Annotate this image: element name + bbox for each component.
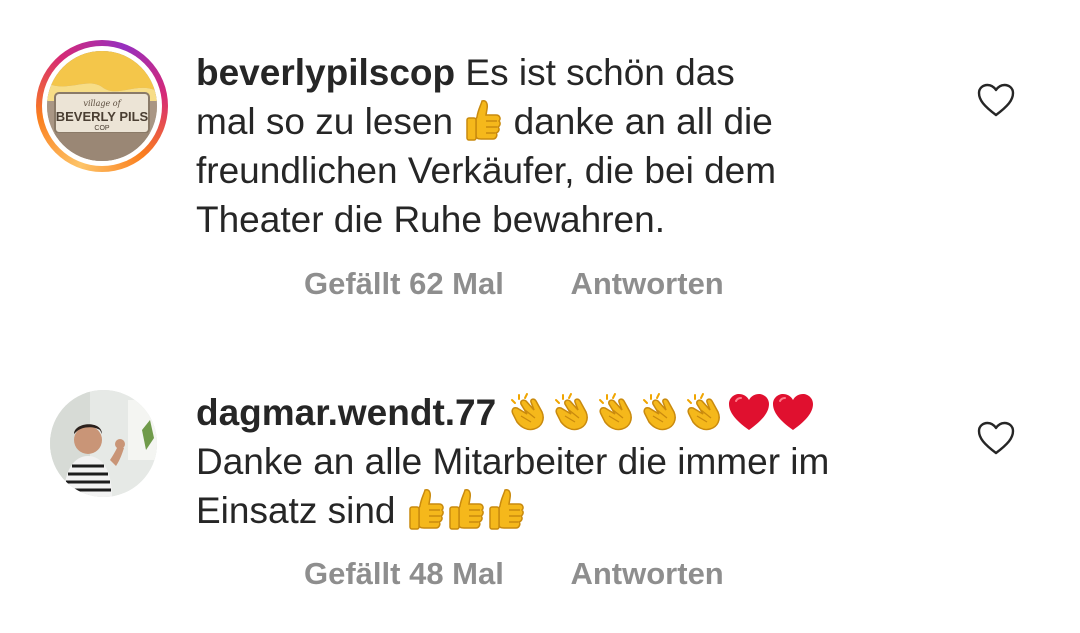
clapping-hands-icon bbox=[551, 392, 595, 432]
comment-username[interactable]: beverlypilscop bbox=[196, 52, 455, 93]
comment-text: danke an all die bbox=[513, 101, 773, 142]
svg-text:COP: COP bbox=[94, 125, 110, 132]
comment-username[interactable]: dagmar.wendt.77 bbox=[196, 392, 496, 433]
thumbs-up-icon bbox=[406, 488, 446, 532]
comment-text: freundlichen Verkäufer, die bei dem bbox=[196, 150, 777, 192]
comment: dagmar.wendt.77 Danke an alle Mitarbeite… bbox=[0, 360, 1080, 633]
avatar-ring-gap: village of BEVERLY PILS COP bbox=[42, 46, 162, 166]
avatar-story-ring[interactable]: village of BEVERLY PILS COP bbox=[36, 40, 168, 172]
thumbs-up-icon bbox=[486, 488, 526, 532]
thumbs-up-icon bbox=[446, 488, 486, 532]
red-heart-icon bbox=[771, 392, 815, 432]
comment-meta: Gefällt 48 Mal Antworten bbox=[304, 556, 724, 592]
avatar[interactable]: village of BEVERLY PILS COP bbox=[47, 51, 157, 161]
profile-photo bbox=[50, 390, 157, 497]
red-heart-icon bbox=[727, 392, 771, 432]
svg-text:village of: village of bbox=[83, 99, 122, 108]
comment-text: Danke an alle Mitarbeiter die immer im bbox=[196, 441, 830, 482]
comment-body: beverlypilscop Es ist schön das mal so z… bbox=[196, 48, 896, 244]
clapping-hands-icon bbox=[595, 392, 639, 432]
comment-body: dagmar.wendt.77 Danke an alle Mitarbeite… bbox=[196, 388, 896, 535]
reply-button[interactable]: Antworten bbox=[570, 266, 723, 301]
thumbs-up-icon bbox=[463, 99, 503, 143]
clapping-hands-icon bbox=[683, 392, 727, 432]
heart-outline-icon[interactable] bbox=[976, 82, 1016, 118]
comment-text: Theater die Ruhe bewahren. bbox=[196, 199, 665, 241]
clapping-hands-icon bbox=[507, 392, 551, 432]
clapping-hands-icon bbox=[639, 392, 683, 432]
comment: village of BEVERLY PILS COP beverlypilsc… bbox=[0, 0, 1080, 330]
likes-count-link[interactable]: Gefällt 62 Mal bbox=[304, 266, 504, 301]
comment-text: mal so zu lesen bbox=[196, 101, 454, 142]
comment-text: Es ist schön das bbox=[465, 52, 735, 93]
heart-outline-icon[interactable] bbox=[976, 420, 1016, 456]
comment-meta: Gefällt 62 Mal Antworten bbox=[304, 266, 724, 302]
beverly-pils-cop-logo: village of BEVERLY PILS COP bbox=[47, 51, 157, 161]
avatar[interactable] bbox=[50, 390, 157, 497]
svg-text:BEVERLY PILS: BEVERLY PILS bbox=[56, 109, 149, 124]
reply-button[interactable]: Antworten bbox=[570, 556, 723, 591]
likes-count-link[interactable]: Gefällt 48 Mal bbox=[304, 556, 504, 591]
comment-text: Einsatz sind bbox=[196, 490, 396, 531]
